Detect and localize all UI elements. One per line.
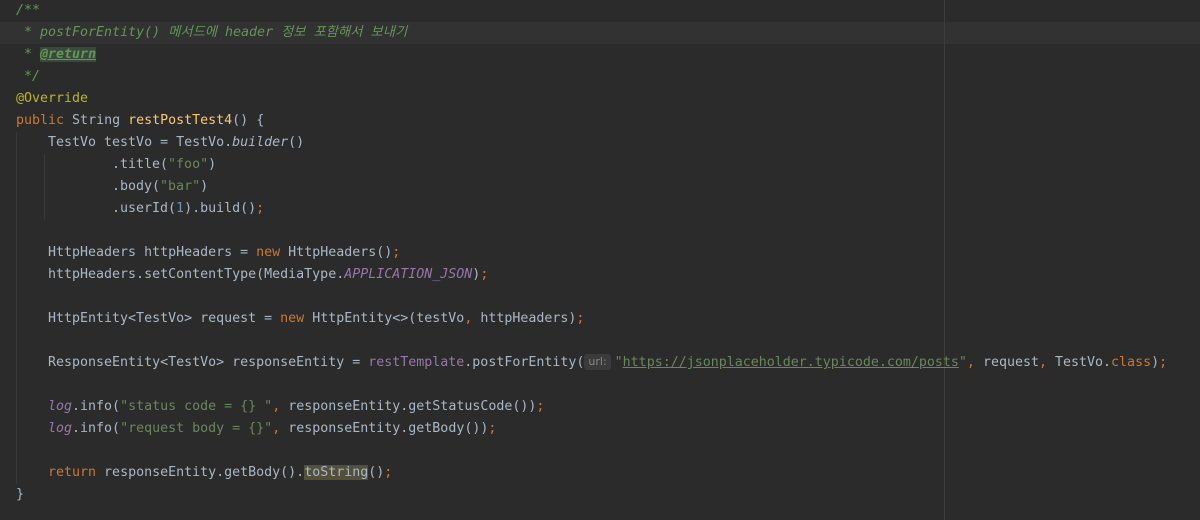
- quote-close: ": [958, 355, 967, 370]
- body-call: .body(: [112, 179, 161, 194]
- method-name: restPostTest4: [128, 113, 233, 128]
- code-line-4[interactable]: */: [16, 66, 1196, 88]
- builder-decl: TestVo testVo = TestVo.: [48, 135, 233, 150]
- info-call: .info(: [72, 399, 121, 414]
- headers-ctor: HttpHeaders(): [280, 245, 393, 260]
- code-editor[interactable]: /** * postForEntity() 메서드에 header 정보 포함해…: [0, 0, 1200, 520]
- comment-open: /**: [16, 3, 41, 18]
- post-for-entity-call: .postForEntity(: [464, 355, 585, 370]
- headers-decl: HttpHeaders httpHeaders =: [48, 245, 257, 260]
- semicolon: ;: [536, 399, 545, 414]
- keyword-return: return: [48, 465, 97, 480]
- request-body-arg: responseEntity.getBody()): [280, 421, 489, 436]
- comma: ,: [272, 421, 281, 436]
- comment-star: *: [16, 47, 41, 62]
- comma: ,: [272, 399, 281, 414]
- build-call: ).build(): [184, 201, 257, 216]
- return-parens: (): [368, 465, 385, 480]
- code-line-2[interactable]: * postForEntity() 메서드에 header 정보 포함해서 보내…: [16, 22, 1196, 44]
- semicolon: ;: [384, 465, 393, 480]
- call-close: ): [1151, 355, 1160, 370]
- body-close: ): [200, 179, 209, 194]
- tostring-highlight: toString: [304, 465, 369, 480]
- entity-arg: httpHeaders): [472, 311, 577, 326]
- indent-guide: [16, 132, 17, 484]
- code-line-15[interactable]: HttpEntity<TestVo> request = new HttpEnt…: [48, 308, 1200, 330]
- indent-guide: [44, 154, 45, 220]
- code-line-13[interactable]: httpHeaders.setContentType(MediaType.APP…: [48, 264, 1200, 286]
- response-decl: ResponseEntity<TestVo> responseEntity =: [48, 355, 369, 370]
- code-line-12[interactable]: HttpHeaders httpHeaders = new HttpHeader…: [48, 242, 1200, 264]
- keyword-public: public: [16, 113, 65, 128]
- code-line-3[interactable]: * @return: [16, 44, 1196, 66]
- entity-ctor: HttpEntity<>(testVo: [304, 311, 465, 326]
- class-arg: TestVo.: [1047, 355, 1112, 370]
- code-line-22[interactable]: return responseEntity.getBody().toString…: [48, 462, 1200, 484]
- semicolon: ;: [1159, 355, 1168, 370]
- comment-close: */: [16, 69, 41, 84]
- code-line-9[interactable]: .body("bar"): [112, 176, 1200, 198]
- rest-template-field: restTemplate: [368, 355, 465, 370]
- title-call: .title(: [112, 157, 169, 172]
- keyword-class: class: [1111, 355, 1152, 370]
- return-doc-tag: @return: [40, 47, 97, 62]
- body-string: "bar": [160, 179, 201, 194]
- title-string: "foo": [168, 157, 209, 172]
- code-line-19[interactable]: log.info("status code = {} ", responseEn…: [48, 396, 1200, 418]
- userid-number: 1: [176, 201, 185, 216]
- quote-open: ": [614, 355, 623, 370]
- code-line-6[interactable]: public String restPostTest4() {: [16, 110, 1196, 132]
- semicolon: ;: [392, 245, 401, 260]
- semicolon: ;: [576, 311, 585, 326]
- keyword-new: new: [280, 311, 305, 326]
- entity-decl: HttpEntity<TestVo> request =: [48, 311, 281, 326]
- url-link[interactable]: https://jsonplaceholder.typicode.com/pos…: [623, 355, 959, 370]
- comma: ,: [966, 355, 975, 370]
- log-field: log: [48, 399, 73, 414]
- content-type-call: httpHeaders.setContentType(MediaType.: [48, 267, 345, 282]
- code-line-1[interactable]: /**: [16, 0, 1196, 22]
- code-line-23[interactable]: }: [16, 484, 1196, 506]
- keyword-new: new: [256, 245, 281, 260]
- status-code-arg: responseEntity.getStatusCode()): [280, 399, 537, 414]
- return-expr: responseEntity.getBody().: [96, 465, 305, 480]
- semicolon: ;: [480, 267, 489, 282]
- comment-text: * postForEntity() 메서드에 header 정보 포함해서 보내…: [16, 25, 408, 40]
- code-line-8[interactable]: .title("foo"): [112, 154, 1200, 176]
- request-body-string: "request body = {}": [120, 421, 273, 436]
- parameter-hint-url: url:: [584, 354, 611, 370]
- semicolon: ;: [256, 201, 265, 216]
- builder-parens: (): [288, 135, 305, 150]
- semicolon: ;: [488, 421, 497, 436]
- code-line-10[interactable]: .userId(1).build();: [112, 198, 1200, 220]
- signature-rest: () {: [232, 113, 265, 128]
- status-code-string: "status code = {} ": [120, 399, 273, 414]
- userid-call: .userId(: [112, 201, 177, 216]
- request-arg: request: [974, 355, 1039, 370]
- info-call: .info(: [72, 421, 121, 436]
- application-json-constant: APPLICATION_JSON: [344, 267, 473, 282]
- log-field: log: [48, 421, 73, 436]
- builder-call: builder: [232, 135, 289, 150]
- return-type: String: [64, 113, 129, 128]
- code-line-17[interactable]: ResponseEntity<TestVo> responseEntity = …: [48, 352, 1200, 374]
- closing-brace: }: [16, 487, 25, 502]
- title-close: ): [208, 157, 217, 172]
- comma: ,: [1038, 355, 1047, 370]
- code-line-5[interactable]: @Override: [16, 88, 1196, 110]
- code-line-20[interactable]: log.info("request body = {}", responseEn…: [48, 418, 1200, 440]
- code-line-7[interactable]: TestVo testVo = TestVo.builder(): [48, 132, 1200, 154]
- override-annotation: @Override: [16, 91, 89, 106]
